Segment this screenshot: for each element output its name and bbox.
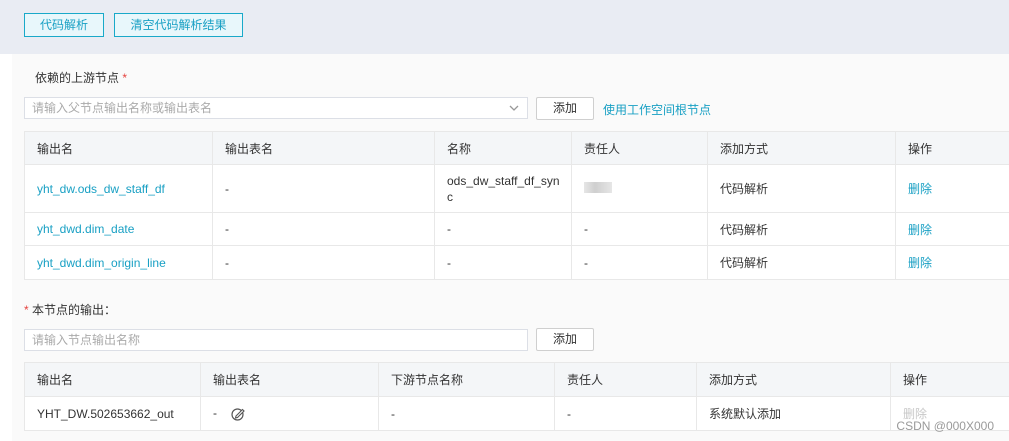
downstream-name-cell: - xyxy=(378,396,555,431)
chevron-down-icon[interactable] xyxy=(508,102,520,114)
output-name-cell[interactable]: yht_dw.ods_dw_staff_df xyxy=(24,164,213,213)
table-row: yht_dwd.dim_origin_line - - - 代码解析 删除 xyxy=(24,245,1009,280)
output-table: 输出名 输出表名 下游节点名称 责任人 添加方式 操作 YHT_DW.50265… xyxy=(24,362,1009,431)
upstream-section-title: 依赖的上游节点 * xyxy=(35,69,127,86)
column-header: 下游节点名称 xyxy=(378,362,555,397)
clear-parse-result-button[interactable]: 清空代码解析结果 xyxy=(114,13,243,37)
use-workspace-root-link[interactable]: 使用工作空间根节点 xyxy=(603,101,711,118)
owner-cell xyxy=(571,164,708,213)
table-name-cell: - xyxy=(200,396,379,431)
column-header: 添加方式 xyxy=(707,131,896,165)
column-header: 操作 xyxy=(895,131,1009,165)
table-name-cell: - xyxy=(212,245,435,280)
column-header: 输出表名 xyxy=(200,362,379,397)
node-name-cell: - xyxy=(434,245,572,280)
edit-icon[interactable] xyxy=(230,406,246,422)
table-name-cell: - xyxy=(212,212,435,246)
output-name-cell: YHT_DW.502653662_out xyxy=(24,396,201,431)
node-name-cell: ods_dw_staff_df_sync xyxy=(434,164,572,213)
node-name-cell: - xyxy=(434,212,572,246)
output-name-cell[interactable]: yht_dwd.dim_date xyxy=(24,212,213,246)
table-header-row: 输出名 输出表名 下游节点名称 责任人 添加方式 操作 xyxy=(24,362,1009,397)
column-header: 责任人 xyxy=(554,362,697,397)
owner-cell: - xyxy=(554,396,697,431)
upstream-add-button[interactable]: 添加 xyxy=(536,97,594,120)
method-cell: 代码解析 xyxy=(707,164,896,213)
owner-cell: - xyxy=(571,212,708,246)
upstream-search-placeholder: 请输入父节点输出名称或输出表名 xyxy=(32,101,213,115)
column-header: 责任人 xyxy=(571,131,708,165)
table-row: yht_dw.ods_dw_staff_df - ods_dw_staff_df… xyxy=(24,164,1009,213)
column-header: 输出名 xyxy=(24,362,201,397)
table-row: yht_dwd.dim_date - - - 代码解析 删除 xyxy=(24,212,1009,246)
owner-cell: - xyxy=(571,245,708,280)
column-header: 输出名 xyxy=(24,131,213,165)
delete-link[interactable]: 删除 xyxy=(895,245,1009,280)
output-title-text: 本节点的输出： xyxy=(32,303,117,317)
table-name-value: - xyxy=(213,405,217,420)
table-row: YHT_DW.502653662_out - - - 系统默认添加 删除 xyxy=(24,396,1009,431)
table-header-row: 输出名 输出表名 名称 责任人 添加方式 操作 xyxy=(24,131,1009,165)
output-section-title: * 本节点的输出： xyxy=(24,301,116,318)
top-toolbar: 代码解析 清空代码解析结果 xyxy=(0,0,1009,54)
required-mark: * xyxy=(122,71,128,85)
upstream-title-text: 依赖的上游节点 xyxy=(35,71,120,85)
method-cell: 系统默认添加 xyxy=(696,396,891,431)
output-name-input[interactable]: 请输入节点输出名称 xyxy=(24,329,528,351)
output-name-placeholder: 请输入节点输出名称 xyxy=(32,333,141,347)
output-add-button[interactable]: 添加 xyxy=(536,328,594,351)
upstream-table: 输出名 输出表名 名称 责任人 添加方式 操作 yht_dw.ods_dw_st… xyxy=(24,131,1009,280)
column-header: 输出表名 xyxy=(212,131,435,165)
watermark: CSDN @000X000 xyxy=(896,419,994,433)
method-cell: 代码解析 xyxy=(707,245,896,280)
output-name-cell[interactable]: yht_dwd.dim_origin_line xyxy=(24,245,213,280)
upstream-search-input[interactable]: 请输入父节点输出名称或输出表名 xyxy=(24,97,528,119)
column-header: 名称 xyxy=(434,131,572,165)
table-name-cell: - xyxy=(212,164,435,213)
column-header: 操作 xyxy=(890,362,1009,397)
delete-link[interactable]: 删除 xyxy=(895,212,1009,246)
delete-link[interactable]: 删除 xyxy=(895,164,1009,213)
required-mark: * xyxy=(24,303,29,317)
column-header: 添加方式 xyxy=(696,362,891,397)
method-cell: 代码解析 xyxy=(707,212,896,246)
code-parse-button[interactable]: 代码解析 xyxy=(24,13,104,37)
redacted-owner xyxy=(584,181,612,193)
